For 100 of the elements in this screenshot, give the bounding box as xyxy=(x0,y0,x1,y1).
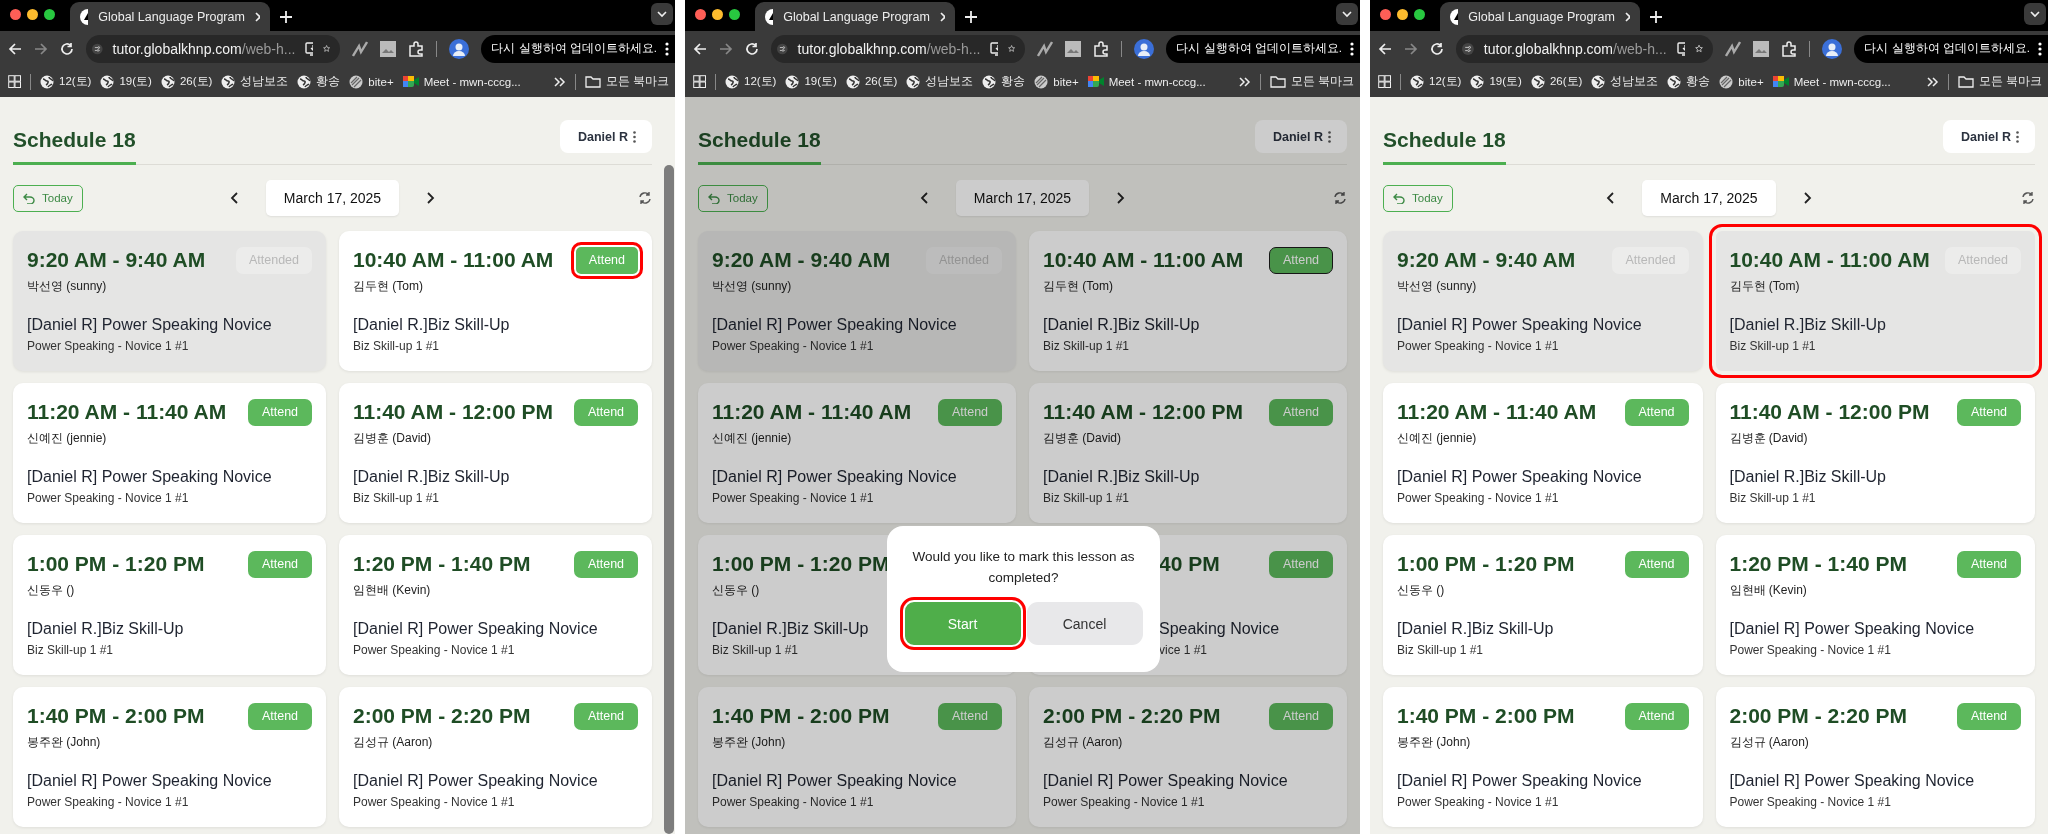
apps-grid-icon[interactable] xyxy=(693,75,706,88)
bookmark[interactable]: Meet - mwn-cccg... xyxy=(1087,75,1206,88)
bookmark[interactable]: bite+ xyxy=(1719,74,1764,89)
browser-tab[interactable]: Global Language Program xyxy=(70,2,270,31)
address-bar[interactable]: tutor.globalkhnp.com/web-h... xyxy=(771,34,1026,63)
install-app-icon[interactable] xyxy=(990,41,999,56)
bookmark[interactable]: 성남보조 xyxy=(906,74,974,89)
bookmark[interactable]: 황송 xyxy=(982,74,1026,89)
minimize-window-icon[interactable] xyxy=(27,9,38,20)
maximize-window-icon[interactable] xyxy=(1414,9,1425,20)
close-icon[interactable] xyxy=(939,11,945,22)
bookmark[interactable]: 12(토) xyxy=(1410,74,1462,89)
install-app-icon[interactable] xyxy=(1676,41,1686,56)
user-menu-button[interactable]: Daniel R xyxy=(1943,120,2035,153)
browser-tab[interactable]: Global Language Program xyxy=(755,2,955,31)
tab-search-button[interactable] xyxy=(651,3,673,25)
all-bookmarks-folder[interactable]: 모든 북마크 xyxy=(584,74,669,89)
puzzle-icon[interactable] xyxy=(1093,40,1110,57)
bookmark[interactable]: 19(토) xyxy=(785,74,837,89)
minimize-window-icon[interactable] xyxy=(712,9,723,20)
next-day-icon[interactable] xyxy=(425,191,436,205)
forward-icon[interactable] xyxy=(719,41,733,56)
close-window-icon[interactable] xyxy=(1380,9,1391,20)
bookmark[interactable]: 26(토) xyxy=(845,74,898,89)
refresh-icon[interactable] xyxy=(1333,191,1347,205)
previous-day-icon[interactable] xyxy=(229,191,240,205)
zigzag-extension-icon[interactable] xyxy=(352,40,369,57)
more-bookmarks-icon[interactable] xyxy=(1238,76,1251,87)
previous-day-icon[interactable] xyxy=(919,191,930,205)
bookmark[interactable]: Meet - mwn-cccg... xyxy=(402,75,521,88)
maximize-window-icon[interactable] xyxy=(44,9,55,20)
update-button[interactable]: 다시 실행하여 업데이트하세요. xyxy=(1166,34,1360,63)
bookmark[interactable]: 성남보조 xyxy=(221,74,289,89)
minimize-window-icon[interactable] xyxy=(1397,9,1408,20)
bookmark[interactable]: bite+ xyxy=(1034,74,1079,89)
new-tab-icon[interactable] xyxy=(1650,11,1662,23)
cancel-button[interactable]: Cancel xyxy=(1026,602,1143,645)
maximize-window-icon[interactable] xyxy=(729,9,740,20)
zigzag-extension-icon[interactable] xyxy=(1725,40,1742,57)
reload-icon[interactable] xyxy=(1430,41,1444,56)
more-menu-icon[interactable] xyxy=(665,41,669,56)
puzzle-icon[interactable] xyxy=(408,40,425,57)
today-button[interactable]: Today xyxy=(1383,184,1453,212)
apps-grid-icon[interactable] xyxy=(1378,75,1391,88)
puzzle-icon[interactable] xyxy=(1781,40,1798,57)
more-menu-icon[interactable] xyxy=(2038,41,2042,56)
bookmark[interactable]: bite+ xyxy=(349,74,394,89)
back-icon[interactable] xyxy=(1378,41,1392,56)
today-button[interactable]: Today xyxy=(13,184,83,212)
install-app-icon[interactable] xyxy=(305,41,314,56)
bookmark[interactable]: 12(토) xyxy=(725,74,777,89)
refresh-icon[interactable] xyxy=(638,191,652,205)
bookmark[interactable]: 19(토) xyxy=(100,74,152,89)
bookmark[interactable]: 19(토) xyxy=(1470,74,1522,89)
new-tab-icon[interactable] xyxy=(965,11,977,23)
refresh-icon[interactable] xyxy=(2021,191,2035,205)
bookmark[interactable]: 12(토) xyxy=(40,74,92,89)
new-tab-icon[interactable] xyxy=(280,11,292,23)
all-bookmarks-folder[interactable]: 모든 북마크 xyxy=(1269,74,1354,89)
tab-search-button[interactable] xyxy=(1336,3,1358,25)
next-day-icon[interactable] xyxy=(1801,191,1812,205)
bookmark[interactable]: 황송 xyxy=(297,74,341,89)
apps-grid-icon[interactable] xyxy=(8,75,21,88)
bookmark[interactable]: 26(토) xyxy=(1530,74,1583,89)
image-extension-icon[interactable] xyxy=(1065,40,1082,57)
all-bookmarks-folder[interactable]: 모든 북마크 xyxy=(1957,74,2042,89)
forward-icon[interactable] xyxy=(1404,41,1418,56)
close-icon[interactable] xyxy=(1624,11,1630,22)
tab-search-button[interactable] xyxy=(2024,3,2046,25)
image-extension-icon[interactable] xyxy=(1753,40,1770,57)
today-button[interactable]: Today xyxy=(698,184,768,212)
image-extension-icon[interactable] xyxy=(380,40,397,57)
avatar-icon[interactable] xyxy=(1822,38,1843,59)
forward-icon[interactable] xyxy=(34,41,48,56)
address-bar[interactable]: tutor.globalkhnp.com/web-h... xyxy=(1456,34,1714,63)
scrollbar[interactable] xyxy=(664,165,674,834)
address-bar[interactable]: tutor.globalkhnp.com/web-h... xyxy=(86,34,341,63)
browser-tab[interactable]: Global Language Program xyxy=(1440,2,1640,31)
zigzag-extension-icon[interactable] xyxy=(1037,40,1054,57)
avatar-icon[interactable] xyxy=(449,38,470,59)
close-window-icon[interactable] xyxy=(10,9,21,20)
reload-icon[interactable] xyxy=(745,41,759,56)
update-button[interactable]: 다시 실행하여 업데이트하세요. xyxy=(481,34,675,63)
next-day-icon[interactable] xyxy=(1115,191,1126,205)
bookmark[interactable]: Meet - mwn-cccg... xyxy=(1772,75,1891,88)
update-button[interactable]: 다시 실행하여 업데이트하세요. xyxy=(1854,34,2048,63)
more-bookmarks-icon[interactable] xyxy=(553,76,566,87)
reload-icon[interactable] xyxy=(60,41,74,56)
avatar-icon[interactable] xyxy=(1134,38,1155,59)
back-icon[interactable] xyxy=(8,41,22,56)
close-window-icon[interactable] xyxy=(695,9,706,20)
user-menu-button[interactable]: Daniel R xyxy=(560,120,652,153)
previous-day-icon[interactable] xyxy=(1606,191,1617,205)
bookmark[interactable]: 황송 xyxy=(1667,74,1711,89)
close-icon[interactable] xyxy=(254,11,260,22)
bookmark[interactable]: 성남보조 xyxy=(1591,74,1659,89)
user-menu-button[interactable]: Daniel R xyxy=(1255,120,1347,153)
bookmark[interactable]: 26(토) xyxy=(160,74,213,89)
back-icon[interactable] xyxy=(693,41,707,56)
more-menu-icon[interactable] xyxy=(1350,41,1354,56)
